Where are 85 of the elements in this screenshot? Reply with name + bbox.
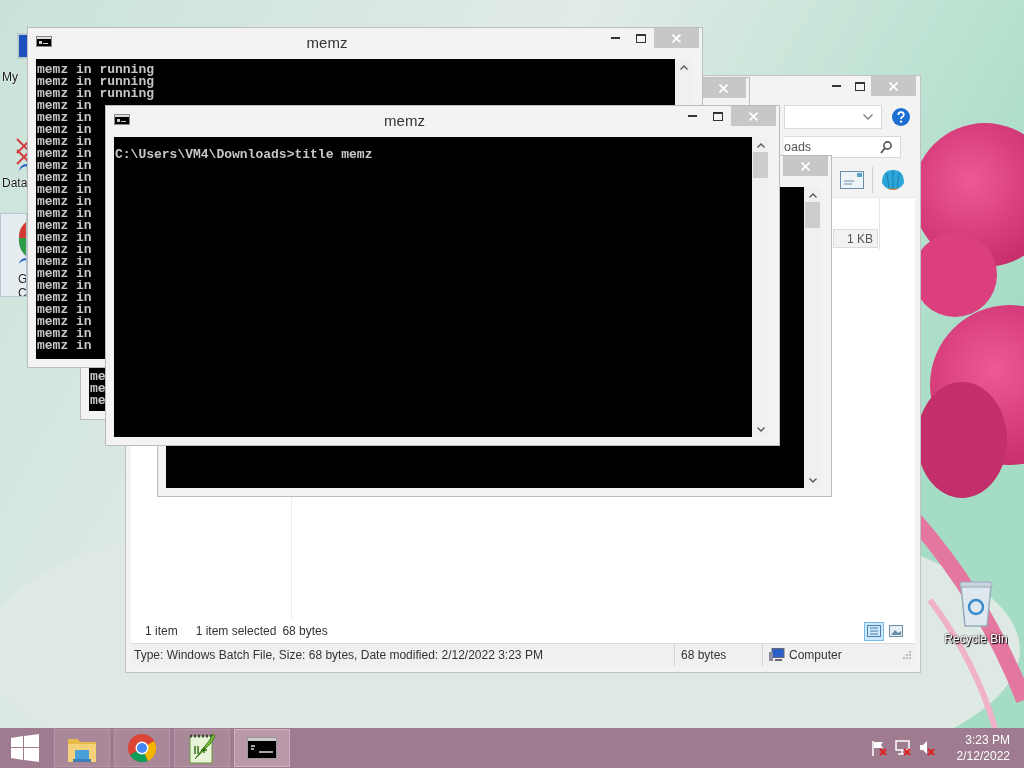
size-cell: 1 KB: [833, 229, 878, 248]
console-line: me: [90, 371, 106, 383]
maximize-icon: [636, 33, 646, 43]
status-size: 68 bytes: [681, 648, 727, 662]
maximize-icon: [713, 111, 723, 121]
minimize-icon: [687, 115, 697, 117]
clock-time: 3:23 PM: [965, 732, 1010, 748]
icon-label: Data: [1, 176, 27, 190]
console-line: memz in: [37, 232, 92, 244]
scroll-up-icon: [679, 65, 688, 70]
clock-date: 2/12/2022: [956, 748, 1010, 764]
desktop-icon[interactable]: My: [0, 12, 27, 96]
view-button[interactable]: [864, 621, 884, 641]
chevron-down-icon: [863, 114, 873, 120]
console-line: memz in: [37, 244, 92, 256]
scroll-up-icon: [756, 143, 765, 148]
icon-label: My: [1, 70, 18, 84]
minimize-icon: [610, 37, 620, 39]
console-line: memz in: [37, 340, 92, 352]
help-icon: [892, 108, 910, 126]
console-line: memz in: [37, 292, 92, 304]
close-icon: [749, 111, 758, 121]
window-title: memz: [306, 34, 348, 51]
console-line: memz in: [37, 124, 92, 136]
scroll-down-icon: [808, 478, 817, 483]
console-line: C:\Users\VM4\Downloads>title memz: [115, 149, 373, 161]
recycle-bin-icon: [959, 580, 993, 628]
selection-size: 68 bytes: [282, 624, 328, 638]
icon-label: G: [17, 272, 26, 286]
console-line: memz in: [37, 172, 92, 184]
console-line: memz in: [37, 100, 92, 112]
icon-label: Recycle Bin: [944, 632, 1008, 646]
large-icons-view-icon: [889, 625, 903, 637]
console-line: memz in: [37, 256, 92, 268]
search-icon: [880, 140, 892, 154]
desktop-icon[interactable]: Data: [0, 118, 27, 202]
console-line: memz in: [37, 136, 92, 148]
maximize-icon: [854, 81, 865, 91]
console-line: memz in: [37, 148, 92, 160]
scroll-up-icon: [808, 193, 817, 198]
shell-icon: [880, 169, 906, 191]
console-line: me: [90, 395, 106, 407]
console-line: memz in: [37, 196, 92, 208]
computer-icon: [769, 648, 785, 662]
speaker-icon: [918, 740, 935, 756]
network-icon: [894, 740, 911, 756]
close-icon: [889, 81, 898, 91]
console-line: memz in: [37, 304, 92, 316]
close-icon: [672, 33, 681, 43]
close-icon: [719, 83, 728, 93]
console-icon: [36, 36, 52, 47]
scrollbar-thumb[interactable]: [805, 202, 820, 228]
search-field[interactable]: oads: [784, 136, 901, 158]
window-title: memz: [384, 112, 425, 129]
console-line: memz in: [37, 184, 92, 196]
console-line: memz in running: [37, 76, 155, 88]
browser-icon: [127, 733, 157, 763]
scroll-down-icon: [756, 427, 765, 432]
console-line: memz in: [37, 208, 92, 220]
item-count: 1 item: [145, 624, 178, 638]
console-line: memz in running: [37, 64, 155, 76]
flag-icon: [870, 740, 887, 756]
windows-logo-icon: [11, 734, 39, 762]
console-line: memz in running: [37, 88, 155, 100]
console-line: memz in: [37, 268, 92, 280]
resize-grip-icon: [903, 651, 911, 659]
taskbar-button[interactable]: [234, 729, 290, 767]
console-line: memz in: [37, 280, 92, 292]
console-icon: [114, 114, 130, 125]
status-location: Computer: [789, 648, 842, 662]
minimize-icon: [832, 85, 841, 87]
scrollbar-thumb[interactable]: [753, 152, 768, 178]
console-line: memz in: [37, 328, 92, 340]
details-view-icon: [867, 625, 881, 637]
console-line: memz in: [37, 112, 92, 124]
notepad-icon: [187, 732, 217, 764]
console-icon: [247, 737, 277, 759]
envelope-icon: [840, 171, 864, 189]
close-icon: [801, 161, 810, 171]
console-line: me: [90, 383, 106, 395]
console-line: memz in: [37, 220, 92, 232]
status-text: Type: Windows Batch File, Size: 68 bytes, Date modified: 2/12/2022 3:23 PM: [134, 648, 543, 662]
selection-info: 1 item selected: [195, 624, 277, 638]
console-line: memz in: [37, 160, 92, 172]
console-line: memz in: [37, 316, 92, 328]
